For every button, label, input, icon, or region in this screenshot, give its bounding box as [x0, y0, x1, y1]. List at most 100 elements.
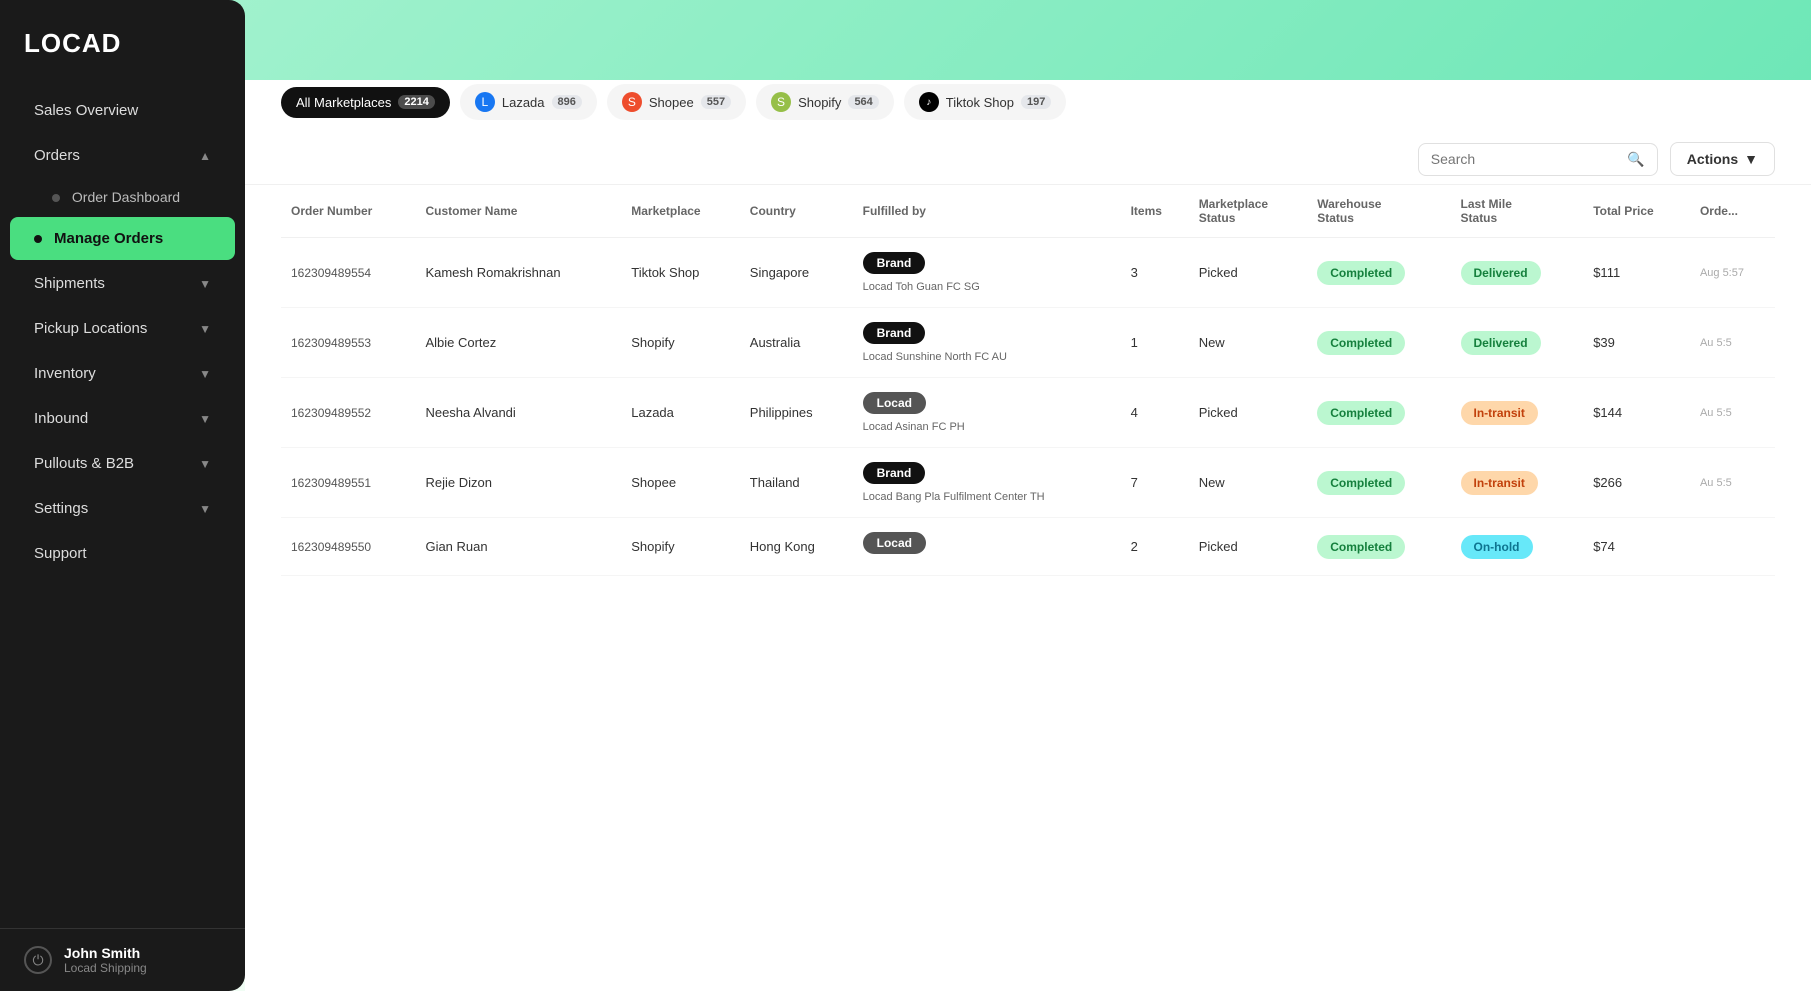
- sidebar-item-support[interactable]: Support: [10, 532, 235, 575]
- sidebar-item-label: Shipments: [34, 275, 105, 292]
- warehouse-status: Completed: [1307, 448, 1450, 518]
- col-warehouse-status: WarehouseStatus: [1307, 185, 1450, 238]
- fulfilled-by: Locad Locad Asinan FC PH: [853, 378, 1121, 448]
- sidebar-item-shipments[interactable]: Shipments ▼: [10, 262, 235, 305]
- tab-shopee[interactable]: S Shopee 557: [607, 84, 746, 120]
- table-row[interactable]: 162309489551 Rejie Dizon Shopee Thailand…: [281, 448, 1775, 518]
- fulfilled-by: Brand Locad Toh Guan FC SG: [853, 238, 1121, 308]
- lazada-icon: L: [475, 92, 495, 112]
- shopify-icon: S: [771, 92, 791, 112]
- marketplace-status: New: [1189, 448, 1308, 518]
- col-country: Country: [740, 185, 853, 238]
- marketplace: Shopee: [621, 448, 740, 518]
- col-marketplace-status: MarketplaceStatus: [1189, 185, 1308, 238]
- user-name: John Smith: [64, 945, 147, 961]
- total-price: $111: [1583, 238, 1690, 308]
- col-fulfilled-by: Fulfilled by: [853, 185, 1121, 238]
- order-number: 162309489552: [281, 378, 415, 448]
- sidebar-item-label: Support: [34, 545, 87, 562]
- marketplace: Shopify: [621, 308, 740, 378]
- order-timestamp: Aug 5:57: [1690, 238, 1775, 308]
- sidebar-item-pullouts-b2b[interactable]: Pullouts & B2B ▼: [10, 442, 235, 485]
- order-number: 162309489550: [281, 518, 415, 576]
- marketplace: Shopify: [621, 518, 740, 576]
- warehouse-status: Completed: [1307, 378, 1450, 448]
- search-input[interactable]: [1431, 151, 1620, 167]
- logo: LOCAD: [0, 0, 245, 79]
- table-row[interactable]: 162309489554 Kamesh Romakrishnan Tiktok …: [281, 238, 1775, 308]
- tab-label: Shopify: [798, 95, 841, 110]
- sidebar-item-orders[interactable]: Orders ▲: [10, 134, 235, 177]
- sidebar-item-order-dashboard[interactable]: Order Dashboard: [10, 179, 235, 215]
- tiktok-icon: ♪: [919, 92, 939, 112]
- marketplace-status: Picked: [1189, 518, 1308, 576]
- search-icon: 🔍: [1627, 151, 1644, 168]
- sidebar-nav: Sales Overview Orders ▲ Order Dashboard …: [0, 79, 245, 928]
- actions-button[interactable]: Actions ▼: [1670, 142, 1775, 176]
- sidebar-item-sales-overview[interactable]: Sales Overview: [10, 89, 235, 132]
- dot-icon: [52, 194, 60, 202]
- chevron-down-icon: ▼: [199, 412, 211, 426]
- marketplace-tabs: All Marketplaces 2214 L Lazada 896 S Sho…: [245, 76, 1811, 134]
- marketplace-status: Picked: [1189, 238, 1308, 308]
- country: Hong Kong: [740, 518, 853, 576]
- user-subtitle: Locad Shipping: [64, 961, 147, 975]
- tab-count: 564: [848, 95, 878, 109]
- chevron-down-icon: ▼: [199, 277, 211, 291]
- sidebar-item-inbound[interactable]: Inbound ▼: [10, 397, 235, 440]
- marketplace-status: New: [1189, 308, 1308, 378]
- sidebar-item-label: Pullouts & B2B: [34, 455, 134, 472]
- chevron-down-icon: ▼: [199, 502, 211, 516]
- chevron-down-icon: ▼: [199, 457, 211, 471]
- search-wrapper[interactable]: 🔍: [1418, 143, 1658, 176]
- sidebar-item-inventory[interactable]: Inventory ▼: [10, 352, 235, 395]
- customer-name: Gian Ruan: [415, 518, 621, 576]
- sidebar-item-label: Inbound: [34, 410, 88, 427]
- sidebar-item-pickup-locations[interactable]: Pickup Locations ▼: [10, 307, 235, 350]
- last-mile-status: Delivered: [1451, 238, 1584, 308]
- last-mile-status: Delivered: [1451, 308, 1584, 378]
- tab-all-marketplaces[interactable]: All Marketplaces 2214: [281, 87, 450, 118]
- sidebar-item-manage-orders[interactable]: Manage Orders: [10, 217, 235, 260]
- order-timestamp: Au 5:5: [1690, 308, 1775, 378]
- last-mile-status: In-transit: [1451, 378, 1584, 448]
- tab-shopify[interactable]: S Shopify 564: [756, 84, 894, 120]
- col-last-mile-status: Last MileStatus: [1451, 185, 1584, 238]
- country: Philippines: [740, 378, 853, 448]
- table-row[interactable]: 162309489552 Neesha Alvandi Lazada Phili…: [281, 378, 1775, 448]
- total-price: $74: [1583, 518, 1690, 576]
- col-order-number: Order Number: [281, 185, 415, 238]
- last-mile-status: On-hold: [1451, 518, 1584, 576]
- warehouse-status: Completed: [1307, 308, 1450, 378]
- tab-label: Shopee: [649, 95, 694, 110]
- table-row[interactable]: 162309489550 Gian Ruan Shopify Hong Kong…: [281, 518, 1775, 576]
- table-row[interactable]: 162309489553 Albie Cortez Shopify Austra…: [281, 308, 1775, 378]
- customer-name: Neesha Alvandi: [415, 378, 621, 448]
- order-number: 162309489554: [281, 238, 415, 308]
- country: Thailand: [740, 448, 853, 518]
- tab-count: 197: [1021, 95, 1051, 109]
- tab-count: 896: [552, 95, 582, 109]
- fulfilled-by: Brand Locad Bang Pla Fulfilment Center T…: [853, 448, 1121, 518]
- sidebar: LOCAD Sales Overview Orders ▲ Order Dash…: [0, 0, 245, 991]
- order-number: 162309489553: [281, 308, 415, 378]
- marketplace-status: Picked: [1189, 378, 1308, 448]
- total-price: $266: [1583, 448, 1690, 518]
- tab-tiktok[interactable]: ♪ Tiktok Shop 197: [904, 84, 1067, 120]
- sidebar-item-settings[interactable]: Settings ▼: [10, 487, 235, 530]
- col-marketplace: Marketplace: [621, 185, 740, 238]
- total-price: $39: [1583, 308, 1690, 378]
- last-mile-status: In-transit: [1451, 448, 1584, 518]
- fulfilled-by: Locad: [853, 518, 1121, 576]
- power-icon[interactable]: ⏻: [24, 946, 52, 974]
- sidebar-item-label: Sales Overview: [34, 102, 138, 119]
- tab-label: Lazada: [502, 95, 545, 110]
- country: Australia: [740, 308, 853, 378]
- tab-lazada[interactable]: L Lazada 896: [460, 84, 597, 120]
- items: 3: [1121, 238, 1189, 308]
- sidebar-footer: ⏻ John Smith Locad Shipping: [0, 928, 245, 991]
- order-timestamp: Au 5:5: [1690, 378, 1775, 448]
- col-items: Items: [1121, 185, 1189, 238]
- warehouse-status: Completed: [1307, 518, 1450, 576]
- table-body: 162309489554 Kamesh Romakrishnan Tiktok …: [281, 238, 1775, 576]
